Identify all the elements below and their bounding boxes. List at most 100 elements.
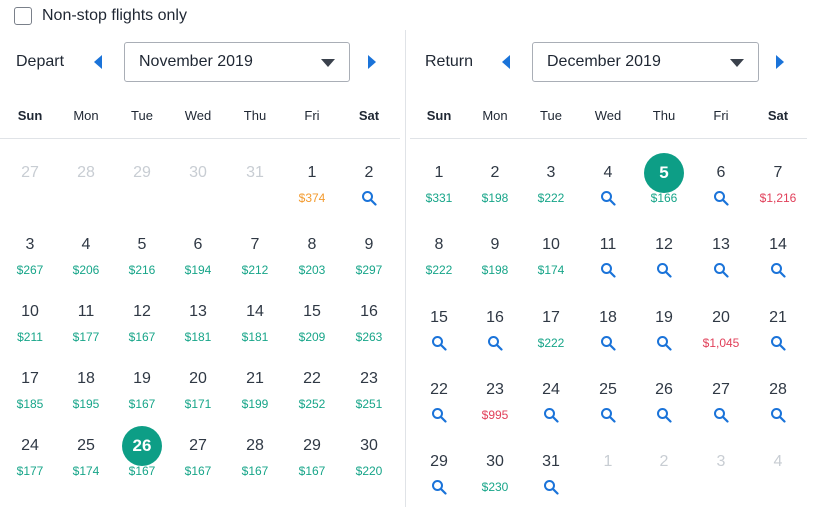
- day-cell[interactable]: 10 $174: [523, 235, 579, 295]
- search-icon[interactable]: [770, 407, 786, 423]
- search-icon[interactable]: [431, 407, 447, 423]
- day-cell[interactable]: 21 $199: [227, 369, 283, 429]
- day-cell[interactable]: 15: [411, 308, 467, 368]
- day-cell[interactable]: 17 $185: [2, 369, 58, 429]
- search-icon[interactable]: [770, 262, 786, 278]
- search-icon[interactable]: [431, 335, 447, 351]
- day-cell[interactable]: 10 $211: [2, 302, 58, 362]
- day-cell[interactable]: 25: [580, 380, 636, 440]
- return-month-value: December 2019: [547, 53, 661, 70]
- day-cell[interactable]: 30 $220: [341, 436, 397, 496]
- nonstop-checkbox[interactable]: [14, 7, 32, 25]
- nonstop-filter[interactable]: Non-stop flights only: [14, 5, 187, 27]
- search-icon[interactable]: [713, 262, 729, 278]
- search-icon[interactable]: [600, 407, 616, 423]
- day-cell[interactable]: 24 $177: [2, 436, 58, 496]
- search-icon[interactable]: [656, 262, 672, 278]
- day-cell[interactable]: 23 $995: [467, 380, 523, 440]
- day-cell[interactable]: 9 $198: [467, 235, 523, 295]
- return-prev-month-button[interactable]: [496, 42, 516, 82]
- day-cell[interactable]: 26: [636, 380, 692, 440]
- day-cell[interactable]: 12 $167: [114, 302, 170, 362]
- day-cell[interactable]: 27 $167: [170, 436, 226, 496]
- day-cell[interactable]: 13 $181: [170, 302, 226, 362]
- day-price: $177: [16, 464, 44, 478]
- day-cell[interactable]: 31: [523, 452, 579, 512]
- day-number: 28: [246, 437, 264, 454]
- day-cell[interactable]: 18: [580, 308, 636, 368]
- day-cell[interactable]: 1 $331: [411, 163, 467, 223]
- day-cell[interactable]: 28: [750, 380, 806, 440]
- depart-prev-month-button[interactable]: [88, 42, 108, 82]
- day-cell[interactable]: 1 $374: [284, 163, 340, 223]
- search-icon[interactable]: [656, 335, 672, 351]
- day-cell[interactable]: 22 $252: [284, 369, 340, 429]
- day-cell[interactable]: 3 $267: [2, 235, 58, 295]
- depart-selected-day[interactable]: 26 $167: [114, 426, 170, 496]
- search-icon[interactable]: [713, 407, 729, 423]
- day-cell[interactable]: 8 $203: [284, 235, 340, 295]
- day-cell[interactable]: 20 $1,045: [693, 308, 749, 368]
- day-cell[interactable]: 4: [580, 163, 636, 223]
- return-next-month-button[interactable]: [770, 42, 790, 82]
- ret-selected-day[interactable]: 5 $166: [636, 153, 692, 223]
- day-cell[interactable]: 29 $167: [284, 436, 340, 496]
- day-cell[interactable]: 16: [467, 308, 523, 368]
- search-icon[interactable]: [600, 335, 616, 351]
- day-cell[interactable]: 20 $171: [170, 369, 226, 429]
- day-cell[interactable]: 7 $1,216: [750, 163, 806, 223]
- search-icon[interactable]: [656, 407, 672, 423]
- day-cell[interactable]: 8 $222: [411, 235, 467, 295]
- day-cell[interactable]: 6: [693, 163, 749, 223]
- day-cell[interactable]: 15 $209: [284, 302, 340, 362]
- return-month-select[interactable]: December 2019: [532, 42, 759, 82]
- search-icon[interactable]: [713, 190, 729, 206]
- day-cell[interactable]: 14 $181: [227, 302, 283, 362]
- day-number: 5: [644, 153, 684, 193]
- day-cell[interactable]: 9 $297: [341, 235, 397, 295]
- day-cell[interactable]: 2 $198: [467, 163, 523, 223]
- day-cell[interactable]: 25 $174: [58, 436, 114, 496]
- depart-month-select[interactable]: November 2019: [124, 42, 350, 82]
- day-cell[interactable]: 29: [411, 452, 467, 512]
- day-cell[interactable]: 19: [636, 308, 692, 368]
- search-icon[interactable]: [431, 479, 447, 495]
- search-icon[interactable]: [770, 335, 786, 351]
- day-cell[interactable]: 4 $206: [58, 235, 114, 295]
- search-icon[interactable]: [543, 479, 559, 495]
- search-icon[interactable]: [487, 335, 503, 351]
- ret-weekday-sat: Sat: [767, 108, 789, 123]
- day-cell[interactable]: 13: [693, 235, 749, 295]
- day-number: 1: [603, 453, 613, 470]
- day-cell[interactable]: 23 $251: [341, 369, 397, 429]
- day-cell[interactable]: 12: [636, 235, 692, 295]
- search-icon[interactable]: [600, 190, 616, 206]
- day-cell[interactable]: 21: [750, 308, 806, 368]
- search-icon[interactable]: [600, 262, 616, 278]
- day-cell[interactable]: 28 $167: [227, 436, 283, 496]
- day-cell[interactable]: 3 $222: [523, 163, 579, 223]
- day-cell[interactable]: 14: [750, 235, 806, 295]
- day-price: $222: [425, 263, 453, 277]
- day-cell[interactable]: 27: [693, 380, 749, 440]
- day-cell[interactable]: 16 $263: [341, 302, 397, 362]
- day-cell[interactable]: 17 $222: [523, 308, 579, 368]
- day-cell[interactable]: 18 $195: [58, 369, 114, 429]
- day-cell[interactable]: 30 $230: [467, 452, 523, 512]
- day-number: 17: [21, 370, 39, 387]
- search-icon[interactable]: [361, 190, 377, 206]
- day-cell[interactable]: 7 $212: [227, 235, 283, 295]
- day-cell[interactable]: 19 $167: [114, 369, 170, 429]
- calendar-divider: [405, 30, 406, 507]
- search-icon[interactable]: [543, 407, 559, 423]
- day-cell[interactable]: 22: [411, 380, 467, 440]
- day-number: 22: [430, 381, 448, 398]
- day-cell[interactable]: 5 $216: [114, 235, 170, 295]
- day-cell[interactable]: 11: [580, 235, 636, 295]
- day-cell[interactable]: 6 $194: [170, 235, 226, 295]
- day-cell[interactable]: 11 $177: [58, 302, 114, 362]
- return-header: Return December 2019: [425, 42, 817, 82]
- depart-next-month-button[interactable]: [362, 42, 382, 82]
- day-cell[interactable]: 24: [523, 380, 579, 440]
- day-cell[interactable]: 2: [341, 163, 397, 223]
